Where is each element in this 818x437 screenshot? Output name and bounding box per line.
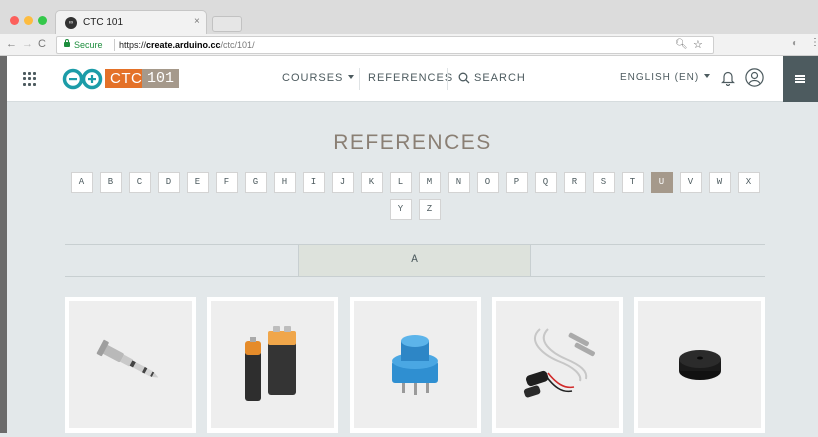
reference-card[interactable] xyxy=(65,297,196,433)
menu-button[interactable] xyxy=(783,56,818,102)
browser-toolbar: ← → C Secure https://create.arduino.cc/c… xyxy=(0,34,818,56)
url-text[interactable]: https://create.arduino.cc/ctc/101/ xyxy=(119,40,255,50)
letter-t[interactable]: T xyxy=(621,172,644,193)
letter-x[interactable]: X xyxy=(737,172,760,193)
batteries-icon xyxy=(245,326,296,401)
letter-p[interactable]: P xyxy=(505,172,528,193)
letter-index: A B C D E F G H I J K L M N O P Q R S T … xyxy=(67,172,763,220)
url-separator xyxy=(114,39,115,51)
letter-j[interactable]: J xyxy=(331,172,354,193)
zoom-icon[interactable]: 🔍︎ xyxy=(675,39,688,50)
letter-a[interactable]: A xyxy=(70,172,93,193)
extension-icon[interactable]: ◐ xyxy=(792,38,798,49)
letter-c[interactable]: C xyxy=(128,172,151,193)
section-tab-a[interactable]: A xyxy=(298,245,531,276)
letter-o[interactable]: O xyxy=(476,172,499,193)
nav-divider xyxy=(447,68,448,90)
card-image xyxy=(211,301,334,428)
reference-card[interactable] xyxy=(207,297,338,433)
tab-close-icon[interactable]: × xyxy=(194,16,200,27)
nav-references[interactable]: REFERENCES xyxy=(368,72,453,84)
bell-icon[interactable] xyxy=(721,70,735,86)
card-image xyxy=(69,301,192,428)
chevron-down-icon xyxy=(704,74,711,78)
letter-w[interactable]: W xyxy=(708,172,731,193)
letter-h[interactable]: H xyxy=(273,172,296,193)
letter-z[interactable]: Z xyxy=(418,199,441,220)
browser-tab-bar: ∞ CTC 101 × xyxy=(0,0,818,34)
card-image xyxy=(354,301,477,428)
letter-y[interactable]: Y xyxy=(389,199,412,220)
letter-l[interactable]: L xyxy=(389,172,412,193)
nav-courses-label: COURSES xyxy=(282,72,344,84)
search-icon[interactable] xyxy=(458,72,470,84)
window-close-button[interactable] xyxy=(10,16,19,25)
url-domain: create.arduino.cc xyxy=(146,40,221,50)
letter-m[interactable]: M xyxy=(418,172,441,193)
letter-k[interactable]: K xyxy=(360,172,383,193)
url-path: /ctc/101/ xyxy=(220,40,255,50)
reference-card[interactable] xyxy=(492,297,623,433)
letter-d[interactable]: D xyxy=(157,172,180,193)
letter-f[interactable]: F xyxy=(215,172,238,193)
tab-title: CTC 101 xyxy=(83,17,124,28)
letter-e[interactable]: E xyxy=(186,172,209,193)
apps-icon[interactable] xyxy=(23,72,37,86)
letter-b[interactable]: B xyxy=(99,172,122,193)
site-header: CTC 101 COURSES REFERENCES SEARCH ENGLIS… xyxy=(7,56,818,102)
card-image xyxy=(638,301,761,428)
reload-icon[interactable]: C xyxy=(38,38,46,50)
window-edge xyxy=(0,56,7,433)
nav-courses[interactable]: COURSES xyxy=(282,72,355,84)
window-minimize-button[interactable] xyxy=(24,16,33,25)
letter-g[interactable]: G xyxy=(244,172,267,193)
language-label: ENGLISH (EN) xyxy=(620,72,700,83)
brand-ctc[interactable]: CTC xyxy=(105,69,148,88)
chevron-down-icon xyxy=(348,75,355,79)
letter-r[interactable]: R xyxy=(563,172,586,193)
back-icon[interactable]: ← xyxy=(6,38,17,50)
user-icon[interactable] xyxy=(745,68,764,87)
page-title: REFERENCES xyxy=(333,131,492,154)
secure-label: Secure xyxy=(74,40,103,50)
reference-card[interactable] xyxy=(350,297,481,433)
window-maximize-button[interactable] xyxy=(38,16,47,25)
nav-divider xyxy=(359,68,360,90)
browser-menu-icon[interactable]: ⋮ xyxy=(810,37,818,48)
favicon-icon: ∞ xyxy=(65,17,77,29)
browser-tab[interactable]: ∞ CTC 101 × xyxy=(55,10,207,34)
card-image xyxy=(496,301,619,428)
new-tab-button[interactable] xyxy=(212,16,242,32)
reference-card[interactable] xyxy=(634,297,765,433)
section-tab-left xyxy=(65,245,298,276)
address-bar[interactable]: Secure https://create.arduino.cc/ctc/101… xyxy=(56,36,714,54)
letter-v[interactable]: V xyxy=(679,172,702,193)
section-tabs: A xyxy=(65,244,765,277)
audio-jack-icon xyxy=(96,339,159,378)
letter-s[interactable]: S xyxy=(592,172,615,193)
url-scheme: https:// xyxy=(119,40,147,50)
nav-search[interactable]: SEARCH xyxy=(474,72,526,84)
lock-icon xyxy=(64,39,70,47)
piezo-buzzer-icon xyxy=(679,350,721,380)
letter-i[interactable]: I xyxy=(302,172,325,193)
brand-101[interactable]: 101 xyxy=(142,69,180,88)
main-content: REFERENCES A B C D E F G H I J K L M N O… xyxy=(7,103,818,433)
letter-u[interactable]: U xyxy=(650,172,673,193)
bookmark-star-icon[interactable]: ☆ xyxy=(693,38,703,51)
letter-q[interactable]: Q xyxy=(534,172,557,193)
language-selector[interactable]: ENGLISH (EN) xyxy=(620,72,711,83)
hamburger-icon xyxy=(795,75,805,83)
section-tab-right xyxy=(531,245,765,276)
reference-cards xyxy=(65,297,765,437)
battery-snap-icon xyxy=(523,328,595,398)
potentiometer-icon xyxy=(392,335,438,395)
forward-icon[interactable]: → xyxy=(22,38,33,50)
letter-n[interactable]: N xyxy=(447,172,470,193)
